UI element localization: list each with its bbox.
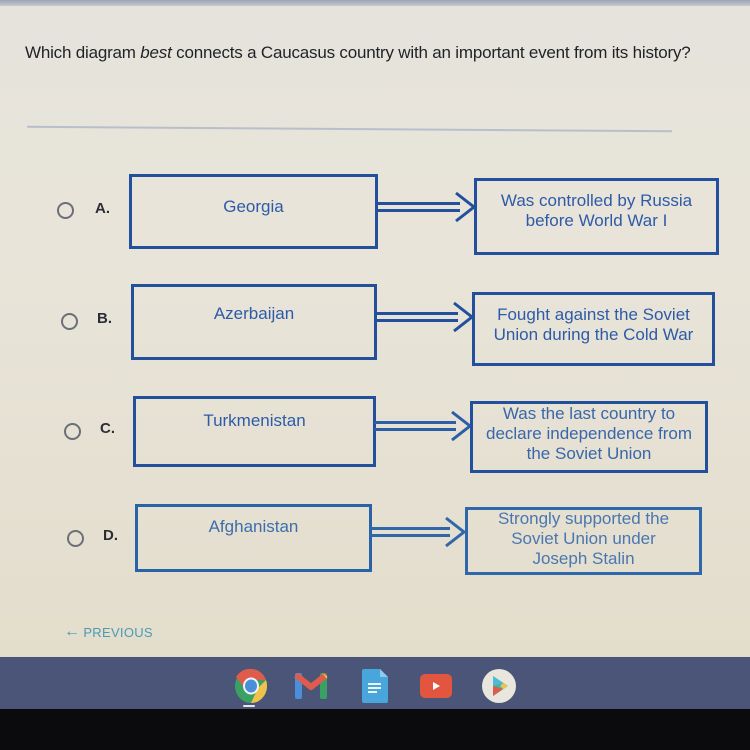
option-d-event: Strongly supported the Soviet Union unde… bbox=[497, 509, 670, 568]
active-app-indicator bbox=[243, 705, 255, 707]
option-a[interactable]: A. Georgia Was controlled by Russia befo… bbox=[0, 166, 750, 256]
option-a-country-box: Georgia bbox=[129, 174, 378, 249]
option-c-country-box: Turkmenistan bbox=[133, 396, 376, 467]
option-a-radio[interactable] bbox=[57, 202, 74, 219]
option-a-event: Was controlled by Russia before World Wa… bbox=[500, 190, 693, 230]
option-d-arrow-icon bbox=[370, 515, 468, 547]
option-a-letter: A. bbox=[95, 200, 110, 217]
option-b-event-box: Fought against the Soviet Union during t… bbox=[472, 292, 715, 366]
option-b-radio[interactable] bbox=[61, 313, 78, 330]
chrome-icon[interactable] bbox=[234, 668, 268, 703]
previous-button[interactable]: ← PREVIOUS bbox=[64, 624, 153, 640]
option-d-country-box: Afghanistan bbox=[135, 504, 372, 572]
question-emphasis: best bbox=[140, 43, 172, 62]
play-store-icon[interactable] bbox=[481, 668, 516, 703]
option-d-radio[interactable] bbox=[67, 530, 84, 547]
option-d[interactable]: D. Afghanistan Strongly supported the So… bbox=[0, 499, 750, 589]
option-c-radio[interactable] bbox=[64, 423, 81, 440]
option-b-event: Fought against the Soviet Union during t… bbox=[493, 305, 694, 344]
docs-icon[interactable] bbox=[362, 669, 396, 703]
screen: Which diagram best connects a Caucasus c… bbox=[0, 0, 750, 750]
option-c-event: Was the last country to declare independ… bbox=[485, 404, 693, 463]
question-text-after: connects a Caucasus country with an impo… bbox=[171, 43, 691, 62]
question-text-before: Which diagram bbox=[25, 43, 141, 62]
screen-bezel bbox=[0, 709, 750, 750]
option-b-letter: B. bbox=[97, 310, 112, 327]
option-a-arrow-icon bbox=[376, 191, 478, 223]
option-b-arrow-icon bbox=[376, 300, 476, 332]
option-a-event-box: Was controlled by Russia before World Wa… bbox=[474, 178, 719, 255]
option-d-country: Afghanistan bbox=[208, 517, 299, 536]
option-d-event-box: Strongly supported the Soviet Union unde… bbox=[465, 507, 702, 575]
option-d-letter: D. bbox=[103, 527, 118, 544]
option-c-letter: C. bbox=[100, 420, 115, 437]
arrow-left-icon: ← bbox=[64, 623, 81, 640]
question-text: Which diagram best connects a Caucasus c… bbox=[25, 39, 705, 67]
option-b[interactable]: B. Azerbaijan Fought against the Soviet … bbox=[0, 278, 750, 368]
option-b-country: Azerbaijan bbox=[213, 304, 295, 323]
option-b-country-box: Azerbaijan bbox=[131, 284, 377, 360]
option-a-country: Georgia bbox=[223, 196, 284, 216]
youtube-icon[interactable] bbox=[420, 674, 454, 708]
option-c-arrow-icon bbox=[374, 409, 474, 441]
gmail-icon[interactable] bbox=[294, 670, 328, 704]
question-page: Which diagram best connects a Caucasus c… bbox=[0, 6, 750, 658]
previous-label: PREVIOUS bbox=[83, 624, 153, 640]
option-c[interactable]: C. Turkmenistan Was the last country to … bbox=[0, 391, 750, 481]
option-c-event-box: Was the last country to declare independ… bbox=[470, 401, 708, 473]
option-c-country: Turkmenistan bbox=[203, 410, 306, 430]
divider bbox=[27, 125, 672, 133]
